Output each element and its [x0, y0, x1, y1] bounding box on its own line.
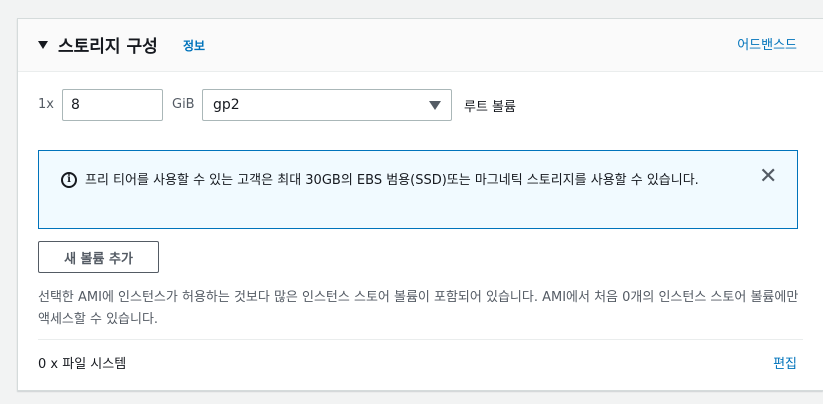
- volume-size-input[interactable]: [62, 89, 163, 121]
- panel-title: 스토리지 구성: [58, 37, 158, 57]
- volume-type-select[interactable]: gp2: [202, 89, 452, 121]
- root-volume-label: 루트 볼륨: [464, 100, 516, 115]
- divider: [38, 339, 803, 340]
- size-unit-label: GiB: [172, 97, 195, 112]
- info-icon: i: [61, 172, 77, 188]
- file-systems-label: 0 x 파일 시스템: [38, 357, 127, 372]
- alert-text: 프리 티어를 사용할 수 있는 고객은 최대 30GB의 EBS 범용(SSD)…: [85, 173, 699, 188]
- volume-multiplier: 1x: [38, 97, 54, 112]
- panel-header: 스토리지 구성 정보 어드밴스드: [18, 19, 823, 72]
- caret-down-icon: [429, 101, 441, 110]
- add-volume-button[interactable]: 새 볼륨 추가: [38, 241, 159, 273]
- edit-link[interactable]: 편집: [773, 353, 797, 372]
- storage-config-panel: 스토리지 구성 정보 어드밴스드 1x GiB gp2 루트 볼륨 i 프리 티…: [17, 18, 823, 391]
- caret-down-icon[interactable]: [38, 41, 48, 49]
- instance-store-description: 선택한 AMI에 인스턴스가 허용하는 것보다 많은 인스턴스 스토어 볼륨이 …: [38, 290, 799, 327]
- info-link[interactable]: 정보: [183, 37, 205, 54]
- advanced-link[interactable]: 어드밴스드: [737, 34, 797, 53]
- volume-type-value: gp2: [213, 97, 240, 113]
- close-icon[interactable]: ✕: [759, 166, 777, 188]
- free-tier-alert: i 프리 티어를 사용할 수 있는 고객은 최대 30GB의 EBS 범용(SS…: [38, 150, 798, 229]
